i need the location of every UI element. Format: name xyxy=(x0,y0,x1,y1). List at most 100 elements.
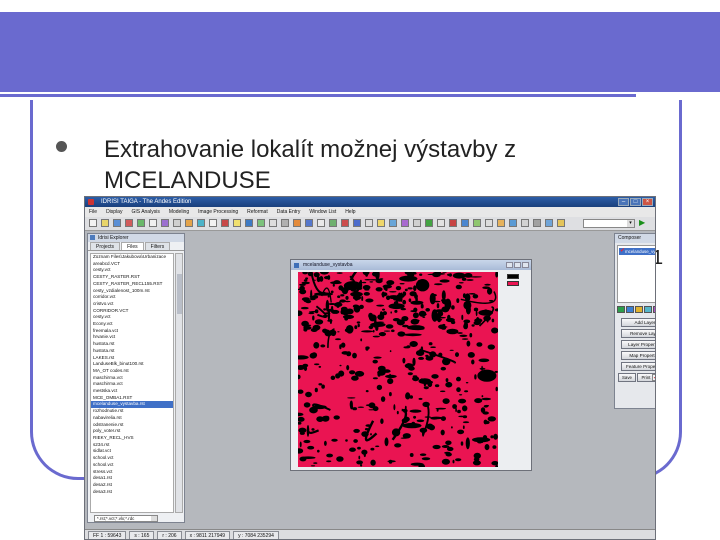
toolbar-combo[interactable]: ▾ xyxy=(583,219,635,228)
file-filter-select[interactable]: *.rst;*.vct;*.vlx;*.rdc xyxy=(94,515,158,522)
file-list-item[interactable]: CESTY_RASTER.RST xyxy=(91,274,173,281)
map-close-button[interactable] xyxy=(522,262,529,268)
toolbar-tool-icon[interactable] xyxy=(161,219,169,227)
minimize-button[interactable]: – xyxy=(618,198,629,206)
file-list-item[interactable]: hustota.rst xyxy=(91,348,173,355)
file-list-item[interactable]: LanduseBlk_binut100.rst xyxy=(91,361,173,368)
file-list-item[interactable]: nabavirelia.rst xyxy=(91,415,173,422)
file-list-item[interactable]: maschirma.vct xyxy=(91,375,173,382)
maximize-button[interactable]: □ xyxy=(630,198,641,206)
toolbar-tool-icon[interactable] xyxy=(293,219,301,227)
layer-tool-icon[interactable] xyxy=(617,306,625,313)
file-list-item[interactable]: desa2.rst xyxy=(91,482,173,489)
toolbar-tool-icon[interactable] xyxy=(389,219,397,227)
file-list-item[interactable]: poly_voter.rst xyxy=(91,428,173,435)
file-list-item[interactable]: RIEKY_RECL_HVS xyxy=(91,435,173,442)
remove-layer-button[interactable]: Remove Layer xyxy=(621,329,655,338)
toolbar-tool-icon[interactable] xyxy=(353,219,361,227)
file-list-item[interactable]: MCE_OMBA1.RST xyxy=(91,395,173,402)
file-list-item[interactable]: cesty.vct xyxy=(91,314,173,321)
composer-layer-item[interactable]: ✔ mcelanduse_vystavba xyxy=(619,248,655,255)
layer-tool-icon[interactable] xyxy=(635,306,643,313)
toolbar-tool-icon[interactable] xyxy=(473,219,481,227)
scrollbar-thumb[interactable] xyxy=(177,274,182,314)
tab-projects[interactable]: Projects xyxy=(90,242,121,250)
file-list-item[interactable]: Zoznam Files\Jakubova\Urbanizace xyxy=(91,254,173,261)
file-list-item[interactable]: cristvo.vct xyxy=(91,301,173,308)
file-list-item[interactable]: mestska.vct xyxy=(91,388,173,395)
file-list-item[interactable]: sidlat.vct xyxy=(91,448,173,455)
file-list-item[interactable]: odstranenie.rst xyxy=(91,422,173,429)
file-list-item[interactable]: hustota.rst xyxy=(91,341,173,348)
menu-reformat[interactable]: Reformat xyxy=(247,209,268,215)
file-list-item[interactable]: hrvanie.vct xyxy=(91,334,173,341)
file-list-item[interactable]: cesty.vct xyxy=(91,267,173,274)
map-minimize-button[interactable] xyxy=(506,262,513,268)
pan-left-icon[interactable]: ◀ xyxy=(652,374,655,381)
toolbar-tool-icon[interactable] xyxy=(329,219,337,227)
toolbar-tool-icon[interactable] xyxy=(281,219,289,227)
toolbar-tool-icon[interactable] xyxy=(305,219,313,227)
menu-gis-analysis[interactable]: GIS Analysis xyxy=(131,209,159,215)
toolbar-tool-icon[interactable] xyxy=(317,219,325,227)
toolbar-tool-icon[interactable] xyxy=(521,219,529,227)
toolbar-tool-icon[interactable] xyxy=(485,219,493,227)
toolbar-tool-icon[interactable] xyxy=(269,219,277,227)
file-list-item[interactable]: freemala.vct xyxy=(91,328,173,335)
toolbar-tool-icon[interactable] xyxy=(401,219,409,227)
map-canvas[interactable] xyxy=(298,272,498,467)
toolbar-tool-icon[interactable] xyxy=(233,219,241,227)
file-list-item[interactable]: corridor.vct xyxy=(91,294,173,301)
toolbar-tool-icon[interactable] xyxy=(209,219,217,227)
menu-modeling[interactable]: Modeling xyxy=(169,209,189,215)
toolbar-tool-icon[interactable] xyxy=(101,219,109,227)
layer-properties-button[interactable]: Layer Properties xyxy=(621,340,655,349)
file-list-scrollbar[interactable] xyxy=(175,253,183,513)
toolbar-tool-icon[interactable] xyxy=(257,219,265,227)
toolbar-tool-icon[interactable] xyxy=(377,219,385,227)
tab-files[interactable]: Files xyxy=(121,242,144,250)
menu-image-processing[interactable]: Image Processing xyxy=(198,209,238,215)
file-list-item[interactable]: LAKES.rst xyxy=(91,355,173,362)
file-list-item[interactable]: MA_OT codes.rst xyxy=(91,368,173,375)
map-maximize-button[interactable] xyxy=(514,262,521,268)
toolbar-tool-icon[interactable] xyxy=(437,219,445,227)
close-button[interactable]: × xyxy=(642,198,653,206)
menu-data-entry[interactable]: Data Entry xyxy=(277,209,301,215)
toolbar-tool-icon[interactable] xyxy=(461,219,469,227)
file-list-item[interactable]: desa3.rst xyxy=(91,489,173,496)
toolbar-tool-icon[interactable] xyxy=(533,219,541,227)
toolbar-tool-icon[interactable] xyxy=(125,219,133,227)
toolbar-tool-icon[interactable] xyxy=(545,219,553,227)
layer-tool-icon[interactable] xyxy=(626,306,634,313)
toolbar-tool-icon[interactable] xyxy=(221,219,229,227)
toolbar-tool-icon[interactable] xyxy=(245,219,253,227)
toolbar-tool-icon[interactable] xyxy=(341,219,349,227)
toolbar-tool-icon[interactable] xyxy=(413,219,421,227)
toolbar-tool-icon[interactable] xyxy=(137,219,145,227)
file-list-item[interactable]: maschirma.vct xyxy=(91,381,173,388)
toolbar-tool-icon[interactable] xyxy=(89,219,97,227)
file-list-item[interactable]: school.vct xyxy=(91,462,173,469)
feature-properties-button[interactable]: Feature Properties xyxy=(621,362,655,371)
toolbar-tool-icon[interactable] xyxy=(113,219,121,227)
toolbar-tool-icon[interactable] xyxy=(197,219,205,227)
toolbar-tool-icon[interactable] xyxy=(497,219,505,227)
file-list-item[interactable]: desa1.rst xyxy=(91,475,173,482)
map-properties-button[interactable]: Map Properties xyxy=(621,351,655,360)
file-list-item[interactable]: areabcd.VCT xyxy=(91,261,173,268)
toolbar-tool-icon[interactable] xyxy=(185,219,193,227)
toolbar-tool-icon[interactable] xyxy=(557,219,565,227)
file-list-item[interactable]: CORRIDOR.VCT xyxy=(91,308,173,315)
add-layer-button[interactable]: Add Layer xyxy=(621,318,655,327)
run-icon[interactable]: ▶ xyxy=(639,219,647,227)
toolbar-tool-icon[interactable] xyxy=(365,219,373,227)
tab-filters[interactable]: Filters xyxy=(144,242,171,250)
layer-visible-check-icon[interactable]: ✔ xyxy=(620,248,625,255)
file-list-item[interactable]: rozhodnutie.rst xyxy=(91,408,173,415)
file-list-item[interactable]: school.vct xyxy=(91,455,173,462)
file-list-item[interactable]: stress.vct xyxy=(91,469,173,476)
file-list-item[interactable]: s234.rst xyxy=(91,442,173,449)
chevron-down-icon[interactable] xyxy=(151,516,157,521)
file-list-item[interactable]: CESTY_RASTER_RECL155.RST xyxy=(91,281,173,288)
